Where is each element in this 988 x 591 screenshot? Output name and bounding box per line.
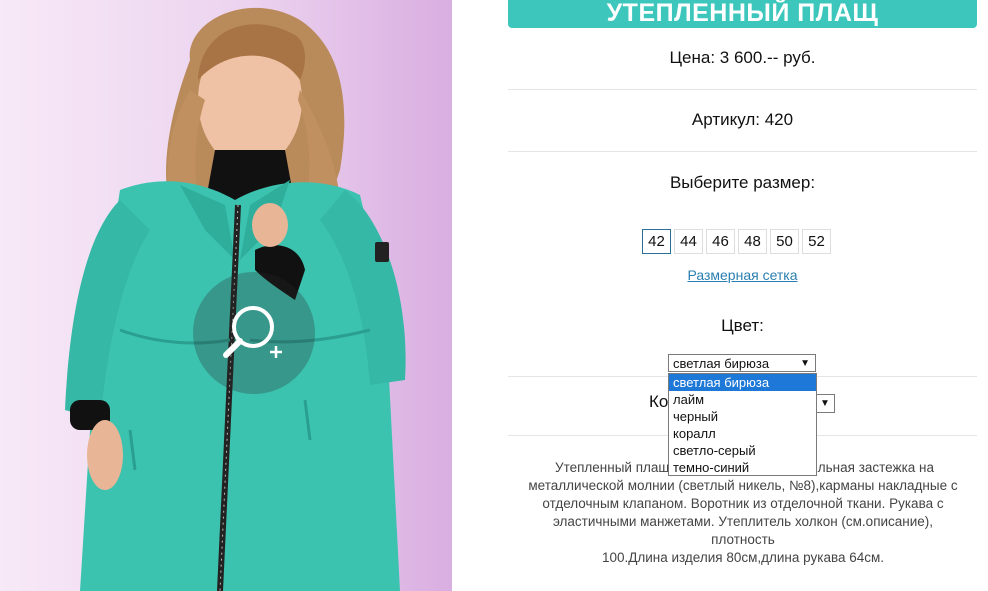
caret-down-icon: ▼	[800, 358, 810, 369]
quantity-label: Ко	[649, 392, 669, 411]
divider	[508, 89, 977, 90]
description-line: Утепленный плащ	[555, 460, 670, 475]
product-title: УТЕПЛЕННЫЙ ПЛАЩ	[508, 0, 977, 28]
color-option[interactable]: черный	[669, 408, 816, 425]
choose-size-label: Выберите размер:	[669, 173, 816, 192]
size-option[interactable]: 50	[770, 229, 799, 254]
color-option[interactable]: коралл	[669, 425, 816, 442]
zoom-in-icon	[223, 306, 282, 358]
color-label: Цвет:	[721, 316, 764, 335]
color-option[interactable]: светло-серый	[669, 442, 816, 459]
color-option[interactable]: темно-синий	[669, 459, 816, 476]
size-option[interactable]: 44	[674, 229, 703, 254]
color-dropdown-list: светлая бирюза лайм черный коралл светло…	[668, 373, 817, 476]
color-select-value: светлая бирюза	[673, 356, 770, 371]
size-selector: 42 44 46 48 50 52	[642, 229, 831, 254]
color-option[interactable]: лайм	[669, 391, 816, 408]
description-line: отделочным клапаном. Воротник из отделоч…	[542, 496, 944, 511]
size-option[interactable]: 42	[642, 229, 671, 254]
color-select[interactable]: светлая бирюза ▼	[668, 354, 816, 372]
quantity-select-caret[interactable]: ▼	[816, 394, 835, 413]
price: Цена: 3 600.-- руб.	[669, 48, 816, 67]
product-photo[interactable]	[0, 0, 452, 591]
size-chart-link[interactable]: Размерная сетка	[508, 267, 977, 283]
size-option[interactable]: 46	[706, 229, 735, 254]
description-line: металлической молнии (светлый никель, №8…	[528, 478, 958, 493]
size-option[interactable]: 48	[738, 229, 767, 254]
article-number: Артикул: 420	[691, 110, 794, 129]
size-option[interactable]: 52	[802, 229, 831, 254]
color-option[interactable]: светлая бирюза	[669, 374, 816, 391]
zoom-button[interactable]	[193, 272, 315, 394]
description-line: 100.Длина изделия 80см,длина рукава 64см…	[601, 550, 885, 565]
description-line: льная застежка на	[817, 460, 934, 475]
divider	[508, 151, 977, 152]
description-line: эластичными манжетами. Утеплитель холкон…	[552, 514, 934, 547]
